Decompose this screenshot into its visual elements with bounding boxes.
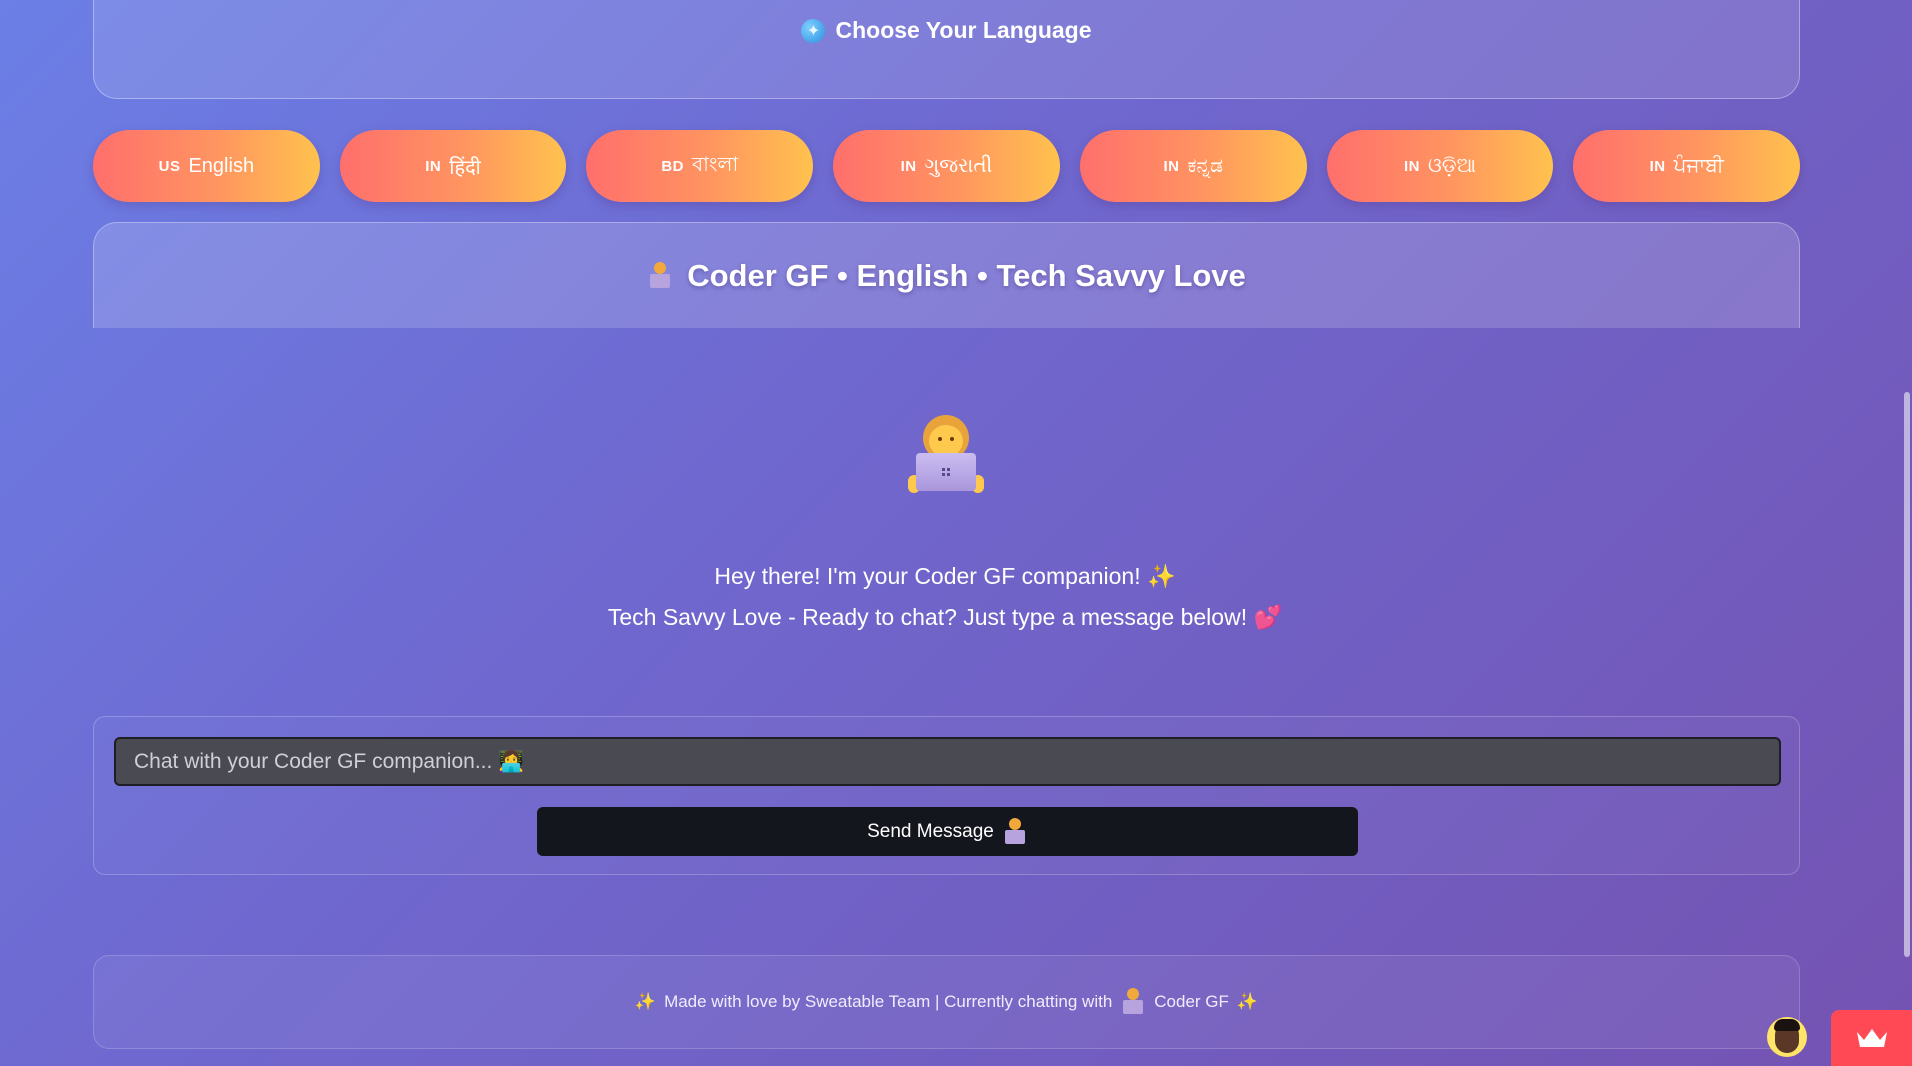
woman-technologist-icon <box>647 261 673 290</box>
language-header-card: ✦ Choose Your Language <box>93 0 1800 99</box>
chat-panel: Send Message <box>93 716 1800 875</box>
language-label: ಕನ್ನಡ <box>1187 154 1224 177</box>
globe-icon: ✦ <box>801 18 826 43</box>
language-label: English <box>188 154 255 177</box>
two-hearts-icon: 💕 <box>1253 604 1283 630</box>
flag-in-icon: IN <box>1403 157 1420 175</box>
crown-icon <box>1856 1029 1887 1047</box>
language-header: ✦ Choose Your Language <box>801 17 1092 44</box>
language-label: ਪੰਜਾਬੀ <box>1673 154 1724 177</box>
footer: ✨ Made with love by Sweatable Team | Cur… <box>93 955 1800 1049</box>
language-label: বাংলা <box>692 153 739 176</box>
welcome-line-2: Tech Savvy Love - Ready to chat? Just ty… <box>607 604 1283 630</box>
page-scrollbar[interactable] <box>1898 0 1912 1066</box>
welcome-line-1: Hey there! I'm your Coder GF companion! … <box>714 563 1176 589</box>
scrollbar-thumb[interactable] <box>1904 392 1910 957</box>
sparkles-icon: ✨ <box>1236 992 1259 1011</box>
language-button-row: US English IN हिंदी BD বাংলা IN ગુજરાતી … <box>93 130 1801 202</box>
flag-in-icon: IN <box>1163 157 1180 175</box>
woman-technologist-icon <box>1120 988 1146 1016</box>
sparkles-icon: ✨ <box>634 992 657 1011</box>
language-button-punjabi[interactable]: IN ਪੰਜਾਬੀ <box>1573 130 1801 202</box>
language-button-gujarati[interactable]: IN ગુજરાતી <box>833 130 1060 202</box>
footer-text: Made with love by Sweatable Team | Curre… <box>664 992 1113 1011</box>
language-button-hindi[interactable]: IN हिंदी <box>339 130 567 202</box>
language-label: ગુજરાતી <box>924 154 993 177</box>
flag-in-icon: IN <box>1649 157 1666 175</box>
language-button-kannada[interactable]: IN ಕನ್ನಡ <box>1079 130 1307 202</box>
send-button-label: Send Message <box>867 820 994 842</box>
crown-widget-button[interactable] <box>1831 1010 1912 1066</box>
persona-title: Coder GF • English • Tech Savvy Love <box>687 257 1246 293</box>
language-label: ଓଡ଼ିଆ <box>1427 154 1476 177</box>
persona-banner: Coder GF • English • Tech Savvy Love <box>93 222 1800 328</box>
flag-bd-icon: BD <box>661 157 684 175</box>
send-message-button[interactable]: Send Message <box>537 807 1358 856</box>
woman-technologist-icon <box>1002 817 1028 846</box>
footer-persona-name: Coder GF <box>1154 992 1229 1011</box>
language-button-english[interactable]: US English <box>93 130 320 202</box>
language-button-odia[interactable]: IN ଓଡ଼ିଆ <box>1326 130 1554 202</box>
flag-in-icon: IN <box>425 157 442 175</box>
flag-us-icon: US <box>158 157 181 175</box>
welcome-message: Hey there! I'm your Coder GF companion! … <box>0 556 1890 638</box>
flag-in-icon: IN <box>900 157 917 175</box>
woman-technologist-icon <box>905 413 987 495</box>
sparkles-icon: ✨ <box>1146 563 1176 589</box>
language-label: हिंदी <box>449 156 481 179</box>
language-button-bengali[interactable]: BD বাংলা <box>586 130 814 202</box>
language-header-title: Choose Your Language <box>835 17 1092 43</box>
chat-input[interactable] <box>114 737 1781 786</box>
avatar[interactable] <box>1767 1017 1807 1057</box>
